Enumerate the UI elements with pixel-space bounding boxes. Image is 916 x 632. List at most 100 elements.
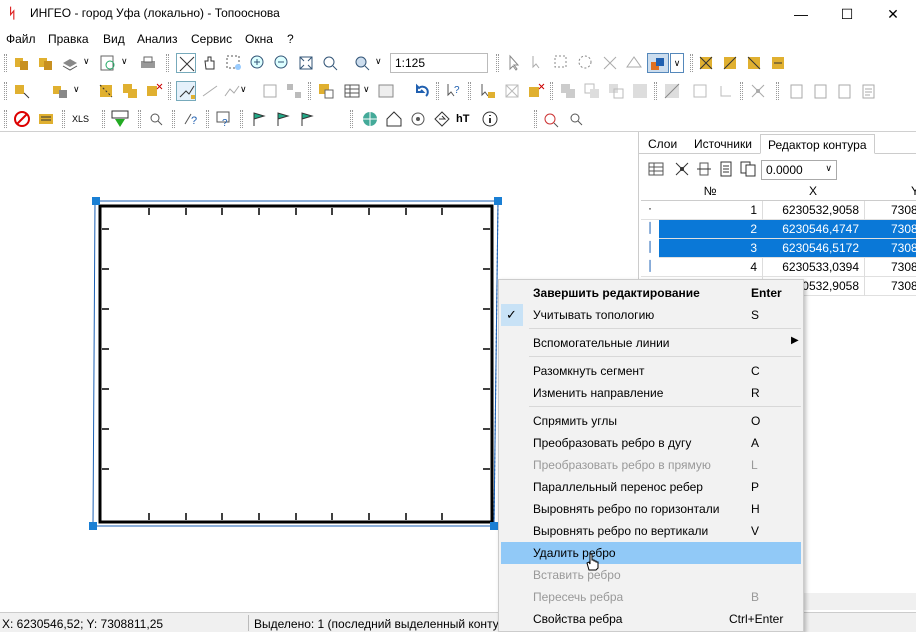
- node-move-icon[interactable]: [744, 53, 764, 73]
- create-group-icon[interactable]: [50, 81, 70, 101]
- menu-item-open-segment[interactable]: Разомкнуть сегмент C: [501, 360, 801, 382]
- menu-item-aux-lines[interactable]: Вспомогательные линии ▶: [501, 332, 801, 354]
- polygon-select-icon[interactable]: [624, 53, 644, 73]
- layer-style-icon[interactable]: [647, 53, 669, 73]
- kpt-import-icon[interactable]: [110, 109, 130, 129]
- folders-icon[interactable]: [36, 53, 56, 73]
- op-union-icon[interactable]: [558, 81, 578, 101]
- zoom-in-icon[interactable]: [248, 53, 268, 73]
- route-flag-icon[interactable]: [250, 109, 270, 129]
- maximize-button[interactable]: ☐: [824, 0, 870, 28]
- menu-view[interactable]: Вид: [103, 32, 125, 46]
- document-icon[interactable]: [717, 160, 735, 178]
- table-row[interactable]: ❘ 2 6230546,4747 7308: [641, 220, 916, 239]
- formula-icon[interactable]: [834, 81, 854, 101]
- menu-item-change-direction[interactable]: Изменить направление R: [501, 382, 801, 404]
- menu-item-straighten-angles[interactable]: Спрямить углы O: [501, 410, 801, 432]
- move-vertex-icon[interactable]: [260, 81, 280, 101]
- op-difference-icon[interactable]: [606, 81, 626, 101]
- toolbar-grip[interactable]: [138, 110, 141, 128]
- toolbar-grip[interactable]: [690, 54, 693, 72]
- query-icon[interactable]: ?: [182, 109, 202, 129]
- merge-object-icon[interactable]: [120, 81, 140, 101]
- toolbar-grip[interactable]: [206, 110, 209, 128]
- menu-item-finish-editing[interactable]: Завершить редактирование Enter: [501, 282, 801, 304]
- scale-input[interactable]: 1:125: [390, 53, 488, 73]
- snap-delete-icon[interactable]: [526, 81, 546, 101]
- menu-service[interactable]: Сервис: [191, 32, 232, 46]
- chevron-down-icon[interactable]: ∨: [670, 53, 684, 73]
- toolbar-grip[interactable]: [350, 110, 353, 128]
- zoom-previous-icon[interactable]: [320, 53, 340, 73]
- vertex-edit-icon[interactable]: [716, 81, 736, 101]
- menu-item-edge-to-arc[interactable]: Преобразовать ребро в дугу A: [501, 432, 801, 454]
- edit-contour-icon[interactable]: [176, 81, 196, 101]
- lasso-select-icon[interactable]: [576, 53, 596, 73]
- menu-item-delete-edge[interactable]: Удалить ребро: [501, 542, 801, 571]
- menu-item-parallel-shift[interactable]: Параллельный перенос ребер P: [501, 476, 801, 498]
- calc-length-icon[interactable]: [810, 81, 830, 101]
- document-icon[interactable]: [858, 81, 878, 101]
- pan-hand-icon[interactable]: [200, 53, 220, 73]
- table-row[interactable]: ❘ 3 6230546,5172 7308: [641, 239, 916, 258]
- pointer-icon[interactable]: [504, 53, 524, 73]
- toolbar-grip[interactable]: [172, 110, 175, 128]
- menu-item-insert-edge[interactable]: Вставить ребро: [501, 564, 801, 586]
- find-object-icon[interactable]: [566, 109, 586, 129]
- toolbar-grip[interactable]: [4, 110, 7, 128]
- print-icon[interactable]: [138, 53, 158, 73]
- toolbar-grip[interactable]: [308, 82, 311, 100]
- toolbar-grip[interactable]: [166, 54, 169, 72]
- node-tool-icon[interactable]: [696, 53, 716, 73]
- toolbar-grip[interactable]: [468, 82, 471, 100]
- route-end-icon[interactable]: [298, 109, 318, 129]
- zoom-extent-icon[interactable]: [296, 53, 316, 73]
- minimize-button[interactable]: —: [778, 0, 824, 28]
- snap-icon[interactable]: [502, 81, 522, 101]
- toolbar-grip[interactable]: [240, 110, 243, 128]
- draw-line-icon[interactable]: [200, 81, 220, 101]
- menu-edit[interactable]: Правка: [48, 32, 89, 46]
- toolbar-grip[interactable]: [4, 82, 7, 100]
- xls-export-icon[interactable]: XLS: [72, 109, 96, 129]
- search-icon[interactable]: [146, 109, 166, 129]
- tab-layers[interactable]: Слои: [641, 134, 684, 154]
- frame-icon[interactable]: [690, 81, 710, 101]
- context-help-icon[interactable]: ?: [444, 81, 464, 101]
- tab-contour-editor[interactable]: Редактор контура: [760, 134, 875, 154]
- draw-polyline-icon[interactable]: [222, 81, 242, 101]
- menu-analysis[interactable]: Анализ: [137, 32, 178, 46]
- object-properties-icon[interactable]: [316, 81, 336, 101]
- toolbar-grip[interactable]: [62, 110, 65, 128]
- undo-icon[interactable]: [412, 81, 432, 101]
- toolbar-grip[interactable]: [740, 82, 743, 100]
- toolbar-grip[interactable]: [168, 82, 171, 100]
- table-icon[interactable]: [647, 160, 665, 178]
- menu-file[interactable]: Файл: [6, 32, 36, 46]
- split-object-icon[interactable]: [284, 81, 304, 101]
- pointer-select-icon[interactable]: [528, 53, 548, 73]
- info-icon[interactable]: [480, 109, 500, 129]
- toolbar-grip[interactable]: [4, 54, 7, 72]
- legend-icon[interactable]: [36, 109, 56, 129]
- menu-item-topology[interactable]: Учитывать топологию S: [501, 304, 801, 326]
- chevron-down-icon[interactable]: ∨: [363, 84, 370, 95]
- toolbar-grip[interactable]: [436, 82, 439, 100]
- toolbar-grip[interactable]: [550, 82, 553, 100]
- explode-icon[interactable]: [748, 81, 768, 101]
- calc-area-icon[interactable]: [786, 81, 806, 101]
- rect-select-icon[interactable]: [552, 53, 572, 73]
- home-icon[interactable]: [384, 109, 404, 129]
- close-button[interactable]: ✕: [870, 0, 916, 28]
- preview-icon[interactable]: [98, 53, 118, 73]
- menu-item-edge-properties[interactable]: Свойства ребра Ctrl+Enter: [501, 608, 801, 630]
- chevron-down-icon[interactable]: ∨: [375, 56, 382, 67]
- menu-item-intersect-edges[interactable]: Пересечь ребра B: [501, 586, 801, 608]
- route-start-icon[interactable]: [274, 109, 294, 129]
- insert-node-icon[interactable]: [695, 160, 713, 178]
- magnifier-icon[interactable]: [352, 53, 372, 73]
- layers-icon[interactable]: [60, 53, 80, 73]
- delete-object-icon[interactable]: [144, 81, 164, 101]
- op-intersect-icon[interactable]: [582, 81, 602, 101]
- table-row[interactable]: ❘ 4 6230533,0394 7308: [641, 258, 916, 277]
